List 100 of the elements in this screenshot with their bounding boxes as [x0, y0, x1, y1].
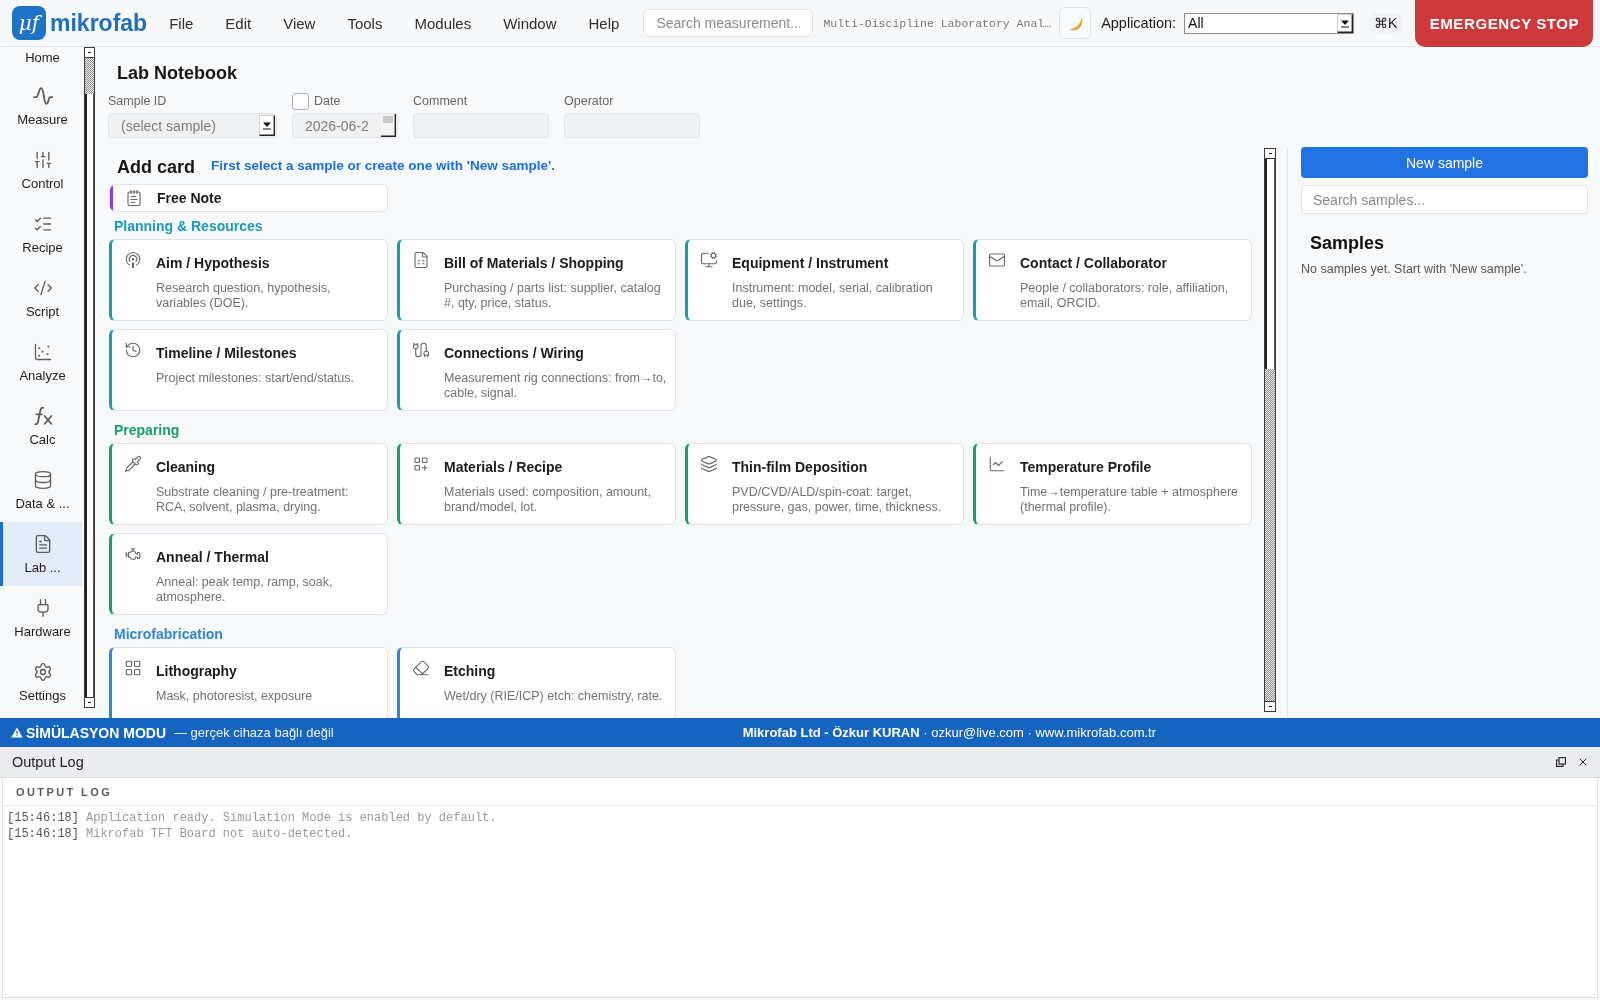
card-description: Instrument: model, serial, calibration due, settings.: [732, 281, 934, 311]
monitor-gear-icon: [700, 251, 718, 269]
card-description: Anneal: peak temp, ramp, soak, atmosphere.: [156, 575, 334, 605]
spreadsheet-icon: [412, 251, 430, 269]
card-title: Lithography: [156, 662, 238, 681]
card-description: Substrate cleaning / pre-treatment: RCA, solvent, plasma, drying.: [156, 485, 350, 515]
eraser-icon: [412, 659, 430, 677]
group-heading: Planning & Resources: [114, 219, 263, 234]
card-title: Etching: [444, 662, 497, 681]
sidebar-item[interactable]: Script: [0, 266, 82, 330]
field-label: Comment: [413, 94, 468, 108]
sidebar-item[interactable]: Measure: [0, 74, 82, 138]
card[interactable]: Lithography Mask, photoresist, exposure: [109, 647, 388, 718]
emergency-stop-button[interactable]: EMERGENCY STOP: [1415, 0, 1594, 47]
sidebar-item[interactable]: Hardware: [0, 586, 82, 650]
settings-icon: [32, 662, 53, 682]
log-timestamp: [15:46:18]: [7, 826, 79, 842]
card[interactable]: Connections / Wiring Measurement rig connections: from→to, cable, signal.: [397, 329, 676, 411]
search-field[interactable]: Search samples...: [1301, 185, 1588, 214]
dock-title: Output Log: [12, 754, 84, 770]
wave-icon: [32, 86, 53, 106]
application-label: Application:: [1101, 15, 1177, 31]
card[interactable]: Thin-film Deposition PVD/CVD/ALD/spin-coat: target, pressure, gas, power, time, thickness.: [685, 443, 964, 525]
scrollbar[interactable]: [84, 47, 95, 708]
caret-icon: [259, 115, 275, 136]
sidebar-item[interactable]: Settings: [0, 650, 82, 714]
card[interactable]: Contact / Collaborator People / collaborators: role, affiliation, email, ORCID.: [973, 239, 1252, 321]
group-heading: Preparing: [114, 423, 180, 438]
card[interactable]: Aim / Hypothesis Research question, hypothesis, variables (DOE).: [109, 239, 388, 321]
log-header: OUTPUT LOG: [16, 785, 113, 798]
page-title: Lab Notebook: [117, 62, 237, 84]
card-title: Temperature Profile: [1020, 458, 1153, 477]
application-select[interactable]: All: [1184, 12, 1355, 34]
sliders-icon: [32, 150, 53, 170]
card-description: Mask, photoresist, exposure: [156, 689, 314, 704]
card[interactable]: Anneal / Thermal Anneal: peak temp, ramp, soak, atmosphere.: [109, 533, 388, 615]
card-title: Timeline / Milestones: [156, 344, 298, 363]
card[interactable]: Etching Wet/dry (RIE/ICP) etch: chemistry, rate.: [397, 647, 676, 718]
card[interactable]: Free Note: [109, 184, 388, 212]
app-subtitle: Multi-Discipline Laboratory Anal…: [823, 16, 1052, 30]
mail-icon: [988, 251, 1006, 269]
hint-text: First select a sample or create one with 'New sample'.: [211, 157, 556, 173]
log-message: Mikrofab TFT Board not auto-detected.: [86, 826, 353, 842]
menu-item[interactable]: File: [153, 10, 210, 36]
engine-icon: [124, 545, 142, 563]
card[interactable]: Timeline / Milestones Project milestones: start/end/status.: [109, 329, 388, 411]
keyboard-shortcut: ⌘K: [1370, 13, 1402, 33]
card[interactable]: Equipment / Instrument Instrument: model, serial, calibration due, settings.: [685, 239, 964, 321]
sidebar-item[interactable]: Data & ...: [0, 458, 82, 522]
sidebar-item[interactable]: Calc: [0, 394, 82, 458]
sidebar-item[interactable]: Home: [0, 47, 82, 74]
new-sample-button[interactable]: New sample: [1301, 147, 1588, 178]
menu-item[interactable]: View: [267, 10, 332, 36]
sidebar-item[interactable]: Recipe: [0, 202, 82, 266]
menu-item[interactable]: Help: [572, 10, 636, 36]
footer-credits: Mikrofab Ltd - Özkur KURAN · ozkur@live.com · www.mikrofab.com.tr: [742, 725, 1157, 740]
mode-label: SİMÜLASYON MODU: [26, 724, 166, 741]
search-field[interactable]: Search measurement...: [643, 9, 814, 37]
cable-icon: [412, 341, 430, 359]
grid-icon: [124, 659, 142, 677]
checklist-icon: [32, 214, 53, 234]
line-chart-icon: [988, 455, 1006, 473]
card[interactable]: Cleaning Substrate cleaning / pre-treatment: RCA, solvent, plasma, drying.: [109, 443, 388, 525]
group-heading: Microfabrication: [114, 627, 223, 642]
card-title: Equipment / Instrument: [732, 254, 890, 273]
grid-plus-icon: [412, 455, 430, 473]
panel-title: Samples: [1310, 232, 1385, 254]
card-title: Bill of Materials / Shopping: [444, 254, 625, 273]
function-icon: [32, 406, 53, 426]
caret-icon: [1337, 13, 1354, 33]
logo-mark: μf: [12, 6, 46, 40]
menu-item[interactable]: Edit: [209, 10, 268, 36]
history-icon: [124, 341, 142, 359]
card-title: Anneal / Thermal: [156, 548, 270, 567]
card-description: Time→temperature table + atmosphere (thermal profile).: [1020, 485, 1240, 515]
database-icon: [32, 470, 53, 490]
card-description: Measurement rig connections: from→to, cable, signal.: [444, 371, 668, 401]
sidebar-item[interactable]: Control: [0, 138, 82, 202]
float-window-icon: [1556, 757, 1566, 767]
layers-icon: [700, 455, 718, 473]
sidebar-item[interactable]: Lab ...: [0, 522, 82, 586]
menu-item[interactable]: Window: [487, 10, 573, 36]
theme-toggle-button[interactable]: [1059, 7, 1092, 39]
menu-item[interactable]: Modules: [398, 10, 488, 36]
warning-icon: [11, 727, 23, 738]
card-description: Materials used: composition, amount, brand/model, lot.: [444, 485, 653, 515]
notepad-icon: [125, 189, 143, 207]
menu-item[interactable]: Tools: [331, 10, 399, 36]
sidebar-item[interactable]: Analyze: [0, 330, 82, 394]
card[interactable]: Temperature Profile Time→temperature table + atmosphere (thermal profile).: [973, 443, 1252, 525]
moon-icon: [1067, 15, 1083, 31]
logo-text: mikrofab: [50, 9, 148, 37]
card[interactable]: Materials / Recipe Materials used: composition, amount, brand/model, lot.: [397, 443, 676, 525]
card-description: Project milestones: start/end/status.: [156, 371, 355, 386]
card-title: Thin-film Deposition: [732, 458, 869, 477]
card-title: Contact / Collaborator: [1020, 254, 1168, 273]
scrollbar[interactable]: [1264, 148, 1276, 712]
pipette-icon: [124, 455, 142, 473]
card[interactable]: Bill of Materials / Shopping Purchasing / parts list: supplier, catalog #, qty, price, status.: [397, 239, 676, 321]
card-description: PVD/CVD/ALD/spin-coat: target, pressure, gas, power, time, thickness.: [732, 485, 943, 515]
